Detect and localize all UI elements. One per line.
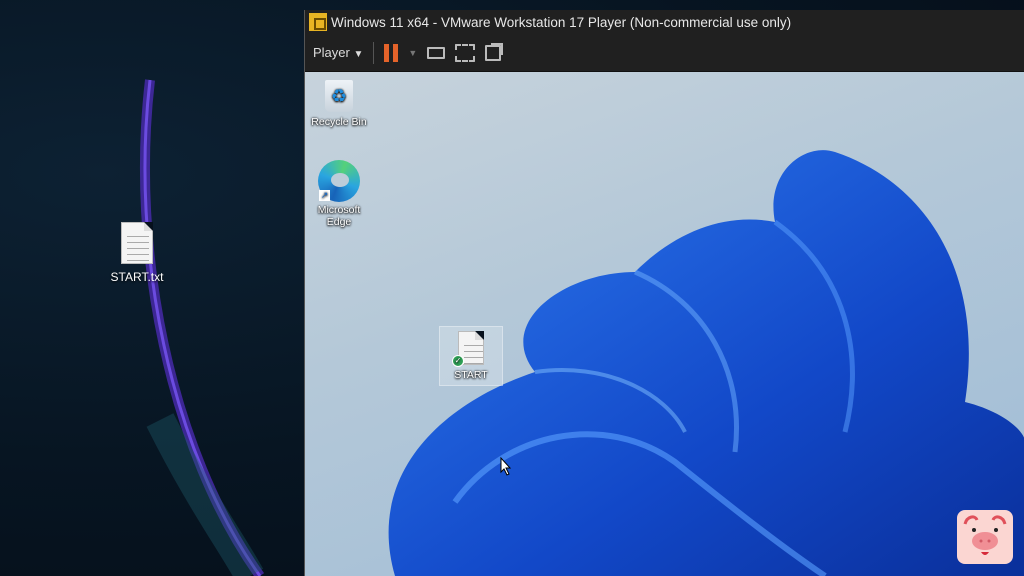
icon-label: Recycle Bin — [311, 116, 367, 128]
player-menu-label: Player — [313, 45, 350, 60]
desktop-icon-recycle-bin[interactable]: ♻ Recycle Bin — [308, 80, 370, 128]
send-ctrl-alt-del-icon[interactable] — [427, 46, 446, 59]
vmware-logo-icon — [309, 13, 327, 31]
guest-desktop[interactable]: ♻ Recycle Bin ↗ Microsoft Edge ✓ START — [305, 72, 1024, 576]
sync-check-icon: ✓ — [452, 355, 464, 367]
toolbar: Player ▼ ▼ — [305, 34, 1024, 72]
toolbar-divider — [373, 41, 375, 64]
pig-watermark-logo — [957, 510, 1013, 564]
vmware-player-window: Windows 11 x64 - VMware Workstation 17 P… — [304, 10, 1024, 576]
fullscreen-icon[interactable] — [455, 43, 476, 62]
text-file-icon — [121, 222, 153, 264]
chevron-down-icon: ▼ — [353, 49, 364, 60]
icon-label: START.txt — [110, 270, 164, 284]
icon-label: START — [454, 369, 488, 381]
title-bar[interactable]: Windows 11 x64 - VMware Workstation 17 P… — [305, 10, 1024, 34]
window-title: Windows 11 x64 - VMware Workstation 17 P… — [331, 14, 792, 30]
desktop-icon-start[interactable]: ✓ START — [439, 326, 503, 386]
pause-icon[interactable] — [384, 43, 399, 62]
shortcut-arrow-icon: ↗ — [319, 190, 330, 201]
icon-label: Microsoft Edge — [317, 204, 361, 228]
unity-icon[interactable] — [485, 44, 502, 61]
host-desktop-icon-start-txt[interactable]: START.txt — [104, 222, 170, 284]
host-wallpaper — [139, 79, 265, 576]
chevron-down-icon[interactable]: ▼ — [408, 48, 417, 58]
edge-icon: ↗ — [318, 160, 360, 202]
recycle-bin-icon: ♻ — [325, 80, 353, 112]
desktop-icon-microsoft-edge[interactable]: ↗ Microsoft Edge — [308, 160, 370, 228]
player-menu-button[interactable]: Player ▼ — [313, 45, 363, 60]
bloom-wallpaper — [388, 150, 1024, 576]
